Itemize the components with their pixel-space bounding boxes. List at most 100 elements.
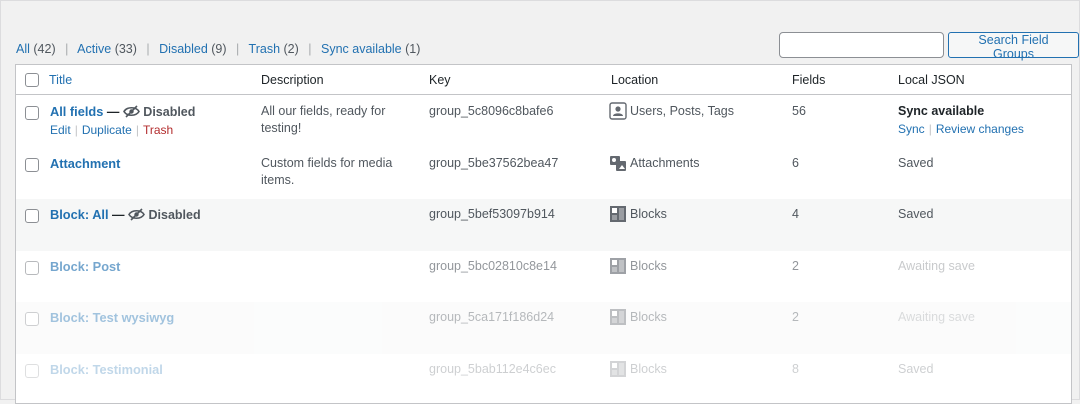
local-json-status: Awaiting save <box>898 259 975 273</box>
filter-disabled[interactable]: Disabled <box>159 42 208 56</box>
blocks-icon <box>609 308 627 326</box>
row-key: group_5bef53097b914 <box>429 207 555 221</box>
table-row: Attachment Custom fields for media items… <box>16 148 1071 200</box>
row-key: group_5c8096c8bafe6 <box>429 104 553 118</box>
screen: All (42) | Active (33) | Disabled (9) | … <box>0 0 1080 400</box>
table-row: Block: Test wysiwyg group_5ca171f186d24 … <box>16 302 1071 354</box>
column-local-json: Local JSON <box>898 73 965 87</box>
trash-link[interactable]: Trash <box>143 123 173 137</box>
row-checkbox[interactable] <box>25 209 39 223</box>
action-separator: | <box>75 123 78 137</box>
filter-separator: | <box>146 42 149 56</box>
disabled-eye-icon <box>128 208 145 221</box>
filter-trash-count: (2) <box>284 42 299 56</box>
row-fields-count: 6 <box>792 156 799 170</box>
row-key: group_5ca171f186d24 <box>429 310 554 324</box>
search-box: Search Field Groups <box>779 32 1079 58</box>
row-key: group_5bc02810c8e14 <box>429 259 557 273</box>
filter-sync-available[interactable]: Sync available <box>321 42 402 56</box>
action-separator: | <box>929 122 932 136</box>
action-separator: | <box>136 123 139 137</box>
row-fields-count: 56 <box>792 104 806 118</box>
location-text: Blocks <box>630 259 667 273</box>
row-fields-count: 2 <box>792 259 799 273</box>
table-row: Block: All — Disabled group_5bef53097b91… <box>16 199 1071 251</box>
status-filters: All (42) | Active (33) | Disabled (9) | … <box>16 42 420 56</box>
column-title[interactable]: Title <box>49 73 72 87</box>
row-location: Users, Posts, Tags <box>609 102 734 120</box>
sync-link[interactable]: Sync <box>898 122 925 136</box>
row-checkbox[interactable] <box>25 158 39 172</box>
row-description: Custom fields for media items. <box>261 155 411 189</box>
local-json-status: Saved <box>898 362 933 376</box>
filter-active[interactable]: Active <box>77 42 111 56</box>
local-json-status: Saved <box>898 207 933 221</box>
title-link[interactable]: Block: Test wysiwyg <box>50 310 174 325</box>
filter-all-count: (42) <box>33 42 55 56</box>
title-link[interactable]: Block: All <box>50 207 109 222</box>
filter-all[interactable]: All <box>16 42 30 56</box>
row-location: Blocks <box>609 205 667 223</box>
location-text: Blocks <box>630 207 667 221</box>
column-description: Description <box>261 73 324 87</box>
blocks-icon <box>609 205 627 223</box>
title-dash: — <box>112 208 125 222</box>
location-text: Blocks <box>630 362 667 376</box>
row-location: Blocks <box>609 257 667 275</box>
location-text: Users, Posts, Tags <box>630 104 734 118</box>
filter-sync-count: (1) <box>405 42 420 56</box>
disabled-eye-icon <box>123 105 140 118</box>
row-fields-count: 2 <box>792 310 799 324</box>
row-checkbox[interactable] <box>25 364 39 378</box>
filter-separator: | <box>236 42 239 56</box>
row-key: group_5be37562bea47 <box>429 156 558 170</box>
table-row: All fields — Disabled Edit | Duplicate | Tra… <box>16 96 1071 148</box>
row-title: Block: Testimonial <box>50 362 163 377</box>
table-row: Block: Testimonial group_5bab112e4c6ec B… <box>16 354 1071 404</box>
filter-active-count: (33) <box>115 42 137 56</box>
title-link[interactable]: Block: Testimonial <box>50 362 163 377</box>
row-title: Block: All — Disabled <box>50 207 201 222</box>
row-title: Attachment <box>50 156 120 171</box>
row-actions: Edit | Duplicate | Trash <box>50 123 173 137</box>
filter-separator: | <box>308 42 311 56</box>
location-text: Blocks <box>630 310 667 324</box>
row-description: All our fields, ready for testing! <box>261 103 411 137</box>
title-link[interactable]: Block: Post <box>50 259 120 274</box>
blocks-icon <box>609 360 627 378</box>
row-location: Attachments <box>609 154 699 172</box>
user-icon <box>609 102 627 120</box>
row-key: group_5bab112e4c6ec <box>429 362 556 376</box>
duplicate-link[interactable]: Duplicate <box>82 123 132 137</box>
row-checkbox[interactable] <box>25 312 39 326</box>
local-json-status: Sync available <box>898 104 984 118</box>
search-input[interactable] <box>779 32 944 58</box>
row-location: Blocks <box>609 360 667 378</box>
status-disabled: Disabled <box>143 105 195 119</box>
title-dash: — <box>107 105 120 119</box>
row-title: Block: Test wysiwyg <box>50 310 174 325</box>
select-all-checkbox[interactable] <box>25 73 39 87</box>
review-changes-link[interactable]: Review changes <box>936 122 1024 136</box>
location-text: Attachments <box>630 156 699 170</box>
search-field-groups-button[interactable]: Search Field Groups <box>948 32 1079 58</box>
edit-link[interactable]: Edit <box>50 123 71 137</box>
blocks-icon <box>609 257 627 275</box>
row-title: All fields — Disabled <box>50 104 195 119</box>
filter-trash[interactable]: Trash <box>249 42 281 56</box>
field-groups-table: Title Description Key Location Fields Lo… <box>15 64 1072 404</box>
column-fields: Fields <box>792 73 825 87</box>
column-key: Key <box>429 73 451 87</box>
status-disabled: Disabled <box>149 208 201 222</box>
column-location: Location <box>611 73 658 87</box>
row-checkbox[interactable] <box>25 106 39 120</box>
local-json-status: Saved <box>898 156 933 170</box>
row-checkbox[interactable] <box>25 261 39 275</box>
row-fields-count: 4 <box>792 207 799 221</box>
row-title: Block: Post <box>50 259 120 274</box>
row-location: Blocks <box>609 308 667 326</box>
filter-separator: | <box>65 42 68 56</box>
title-link[interactable]: All fields <box>50 104 103 119</box>
local-json-status: Awaiting save <box>898 310 975 324</box>
title-link[interactable]: Attachment <box>50 156 120 171</box>
